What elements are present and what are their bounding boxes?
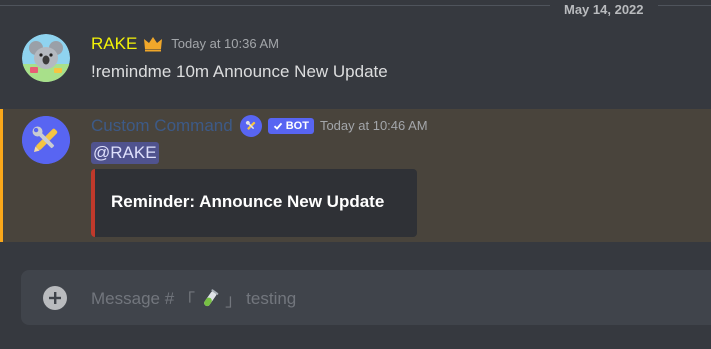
timestamp[interactable]: Today at 10:46 AM	[320, 116, 428, 136]
bot-tag: BOT	[267, 118, 314, 134]
message-rake[interactable]: RAKE Today at 10:36 AM !remindme 10m Ann…	[0, 30, 711, 90]
date-divider-label: May 14, 2022	[550, 3, 658, 17]
tools-icon	[239, 115, 262, 137]
crown-icon	[143, 36, 163, 52]
message-content: !remindme 10m Announce New Update	[91, 62, 388, 81]
plus-icon	[49, 292, 61, 304]
mention-highlight-bar	[0, 109, 3, 242]
avatar[interactable]	[22, 116, 70, 164]
placeholder-prefix: Message #	[91, 288, 175, 308]
channel-bracket-close: 」	[225, 291, 243, 310]
user-mention[interactable]: @RAKE	[91, 142, 159, 164]
message-composer[interactable]: Message # 「 」 testing	[21, 270, 711, 325]
embed: Reminder: Announce New Update	[91, 169, 417, 237]
author-name[interactable]: Custom Command	[91, 116, 233, 136]
message-custom-command[interactable]: Custom Command BOT Today at 10:46 AM @RA…	[0, 109, 711, 242]
author-name[interactable]: RAKE	[91, 34, 137, 54]
add-attachment-button[interactable]	[43, 286, 67, 310]
timestamp[interactable]: Today at 10:36 AM	[171, 34, 279, 54]
checkmark-icon	[273, 122, 282, 130]
embed-title: Reminder: Announce New Update	[111, 192, 385, 211]
test-tube-icon	[199, 288, 221, 310]
date-divider: May 14, 2022	[0, 3, 711, 17]
channel-bracket-open: 「	[178, 291, 196, 310]
avatar[interactable]	[22, 34, 70, 82]
bot-tag-label: BOT	[285, 120, 309, 132]
channel-name: testing	[246, 288, 297, 308]
message-input[interactable]: Message # 「 」 testing	[91, 286, 296, 311]
